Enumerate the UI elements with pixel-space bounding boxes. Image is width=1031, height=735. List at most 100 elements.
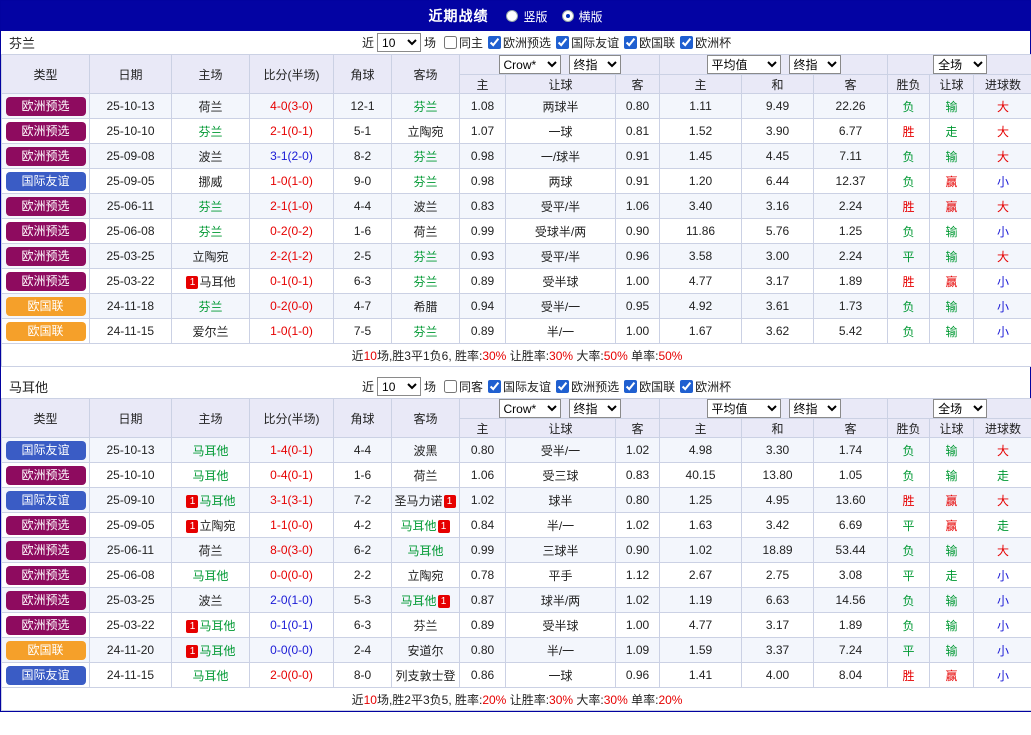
outcome-cell: 平 xyxy=(887,243,931,269)
scope-select[interactable]: 全场 xyxy=(933,55,988,74)
score-text: 4-0(3-0) xyxy=(270,99,313,113)
radio-icon[interactable] xyxy=(506,10,519,22)
asian-odds-cell: 1.00 xyxy=(614,612,661,638)
checkbox-label: 国际友谊 xyxy=(571,36,620,50)
competition-filter[interactable]: 欧洲预选 xyxy=(556,378,619,395)
bookmaker-select[interactable]: Crow* xyxy=(498,55,561,74)
type-cell: 欧洲预选 xyxy=(1,243,90,269)
home-team-cell: 1 立陶宛 xyxy=(171,512,250,538)
team-cell: 波黑 xyxy=(413,444,437,458)
competition-filter-checkbox[interactable] xyxy=(680,380,694,393)
asian-odds-cell: 1.02 xyxy=(614,512,661,538)
summary-text: 让胜率: xyxy=(506,692,550,707)
team-cell: 1 立陶宛 xyxy=(185,519,236,533)
goals-result-cell: 大 xyxy=(973,243,1031,269)
column-header: 日期 xyxy=(89,398,172,438)
score-cell: 2-2(1-2) xyxy=(249,243,334,269)
goals-result-cell: 小 xyxy=(973,637,1031,663)
near-label: 近 xyxy=(362,380,375,394)
handicap-cell: 半/一 xyxy=(505,637,616,663)
away-team-cell: 希腊 xyxy=(391,293,460,319)
competition-filter[interactable]: 欧洲杯 xyxy=(680,378,731,395)
euro-odds-cell: 14.56 xyxy=(813,587,889,613)
score-text: 8-0(3-0) xyxy=(270,543,313,557)
handicap-cell: 受半球 xyxy=(505,612,616,638)
competition-filter-checkbox[interactable] xyxy=(624,380,638,393)
layout-radio-vertical[interactable]: 竖版 xyxy=(506,8,548,25)
competition-badge: 欧洲预选 xyxy=(5,540,86,560)
competition-filter-checkbox[interactable] xyxy=(556,380,570,393)
handicap-cell: 一球 xyxy=(505,118,616,144)
competition-filter-checkbox[interactable] xyxy=(624,36,638,49)
radio-icon[interactable] xyxy=(561,10,574,22)
same-venue-filter[interactable]: 同主 xyxy=(444,34,483,51)
asian-odds-cell: 1.08 xyxy=(459,93,506,119)
team-cell: 波兰 xyxy=(198,594,222,608)
outcome-cell: 负 xyxy=(887,318,931,344)
euro-odds-dropdowns: 平均值 终指 xyxy=(659,398,889,419)
competition-filter[interactable]: 国际友谊 xyxy=(488,378,551,395)
euro-average-select[interactable]: 平均值 xyxy=(706,399,781,418)
competition-filter[interactable]: 国际友谊 xyxy=(556,34,619,51)
summary-row: 近10场,胜3平1负6, 胜率:30% 让胜率:30% 大率:50% 单率:50… xyxy=(0,343,1031,367)
euro-odds-cell: 2.24 xyxy=(813,243,889,269)
euro-odds-cell: 13.80 xyxy=(741,462,815,488)
same-venue-filter-checkbox[interactable] xyxy=(444,380,458,393)
competition-filter[interactable]: 欧洲杯 xyxy=(680,34,731,51)
team-name: 立陶宛 xyxy=(192,249,229,264)
date-cell: 25-10-10 xyxy=(89,118,172,144)
euro-average-select[interactable]: 平均值 xyxy=(706,55,781,74)
asian-stage-select[interactable]: 终指 xyxy=(568,55,621,74)
competition-filter[interactable]: 欧国联 xyxy=(624,34,675,51)
euro-stage-select[interactable]: 终指 xyxy=(788,399,841,418)
handicap-cell: 两球半 xyxy=(505,93,616,119)
checkbox-label: 同主 xyxy=(459,36,484,50)
asian-odds-cell: 0.89 xyxy=(459,318,506,344)
competition-filter-checkbox[interactable] xyxy=(488,36,502,49)
section-team-name: 马耳他 xyxy=(9,380,49,395)
euro-odds-cell: 3.42 xyxy=(741,512,815,538)
team-cell: 马耳他 xyxy=(407,544,443,558)
competition-badge: 欧洲预选 xyxy=(5,121,86,141)
home-team-cell: 荷兰 xyxy=(171,93,250,119)
team-name: 芬兰 xyxy=(413,149,438,164)
score-text: 1-4(0-1) xyxy=(270,443,313,457)
euro-stage-select[interactable]: 终指 xyxy=(788,55,841,74)
team-cell: 圣马力诺 1 xyxy=(394,494,456,508)
type-cell: 欧洲预选 xyxy=(1,268,90,294)
match-row: 欧洲预选 25-03-22 1 马耳他 0-1(0-1) 6-3 芬兰 0.89 受半球 1.00… xyxy=(1,612,1031,638)
asian-odds-cell: 0.99 xyxy=(459,537,506,563)
same-venue-filter[interactable]: 同客 xyxy=(444,378,483,395)
sub-header: 客 xyxy=(614,74,661,94)
column-header: 角球 xyxy=(333,398,392,438)
competition-filter[interactable]: 欧洲预选 xyxy=(488,34,551,51)
red-card-icon: 1 xyxy=(437,519,450,533)
team-cell: 安道尔 xyxy=(407,644,443,658)
team-cell: 芬兰 xyxy=(413,275,437,289)
layout-radio-horizontal[interactable]: 横版 xyxy=(561,8,603,25)
team-cell: 1 马耳他 xyxy=(185,494,236,508)
bookmaker-select[interactable]: Crow* xyxy=(498,399,561,418)
scope-select[interactable]: 全场 xyxy=(933,399,988,418)
score-text: 0-0(0-0) xyxy=(270,643,313,657)
sub-header: 主 xyxy=(659,74,743,94)
away-team-cell: 芬兰 xyxy=(391,268,460,294)
score-text: 2-0(0-0) xyxy=(270,668,313,682)
type-cell: 欧洲预选 xyxy=(1,562,90,588)
outcome-cell: 负 xyxy=(887,218,931,244)
euro-odds-cell: 1.11 xyxy=(659,93,743,119)
games-count-select[interactable]: 10 xyxy=(377,33,422,52)
score-text: 2-1(0-1) xyxy=(270,124,313,138)
same-venue-filter-checkbox[interactable] xyxy=(444,36,458,49)
competition-filter-checkbox[interactable] xyxy=(680,36,694,49)
euro-odds-cell: 4.98 xyxy=(659,437,743,463)
asian-odds-cell: 0.96 xyxy=(614,662,661,688)
asian-stage-select[interactable]: 终指 xyxy=(568,399,621,418)
competition-filter-checkbox[interactable] xyxy=(556,36,570,49)
games-count-select[interactable]: 10 xyxy=(377,377,422,396)
red-card-icon: 1 xyxy=(443,494,456,508)
competition-filter-checkbox[interactable] xyxy=(488,380,502,393)
team-cell: 芬兰 xyxy=(413,619,437,633)
competition-filter[interactable]: 欧国联 xyxy=(624,378,675,395)
type-cell: 国际友谊 xyxy=(1,487,90,513)
